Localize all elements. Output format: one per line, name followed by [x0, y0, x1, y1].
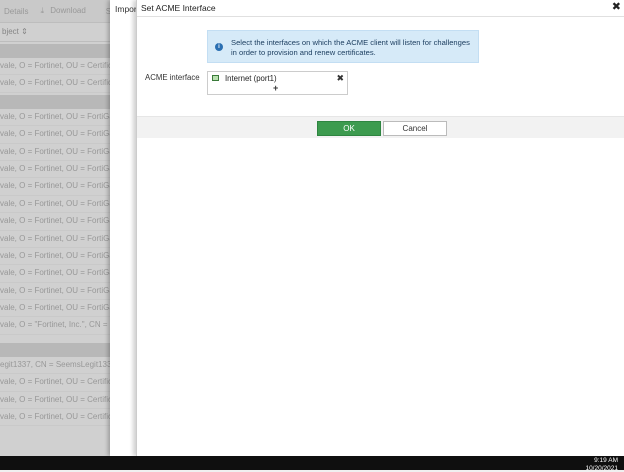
cancel-button[interactable]: Cancel — [383, 121, 447, 136]
network-port-icon — [212, 75, 219, 81]
acme-interface-label: ACME interface — [145, 73, 200, 82]
acme-interface-field[interactable]: Internet (port1) ✖ + — [207, 71, 348, 95]
plus-icon[interactable]: + — [273, 83, 278, 93]
remove-icon[interactable]: ✖ — [336, 73, 344, 84]
close-icon[interactable]: ✖ — [612, 1, 621, 14]
interface-item-label: Internet (port1) — [225, 74, 277, 83]
info-message: i Select the interfaces on which the ACM… — [207, 30, 479, 63]
taskbar-clock-time: 9:19 AM — [594, 457, 618, 464]
import-panel-title: Impor — [115, 4, 137, 14]
ok-button[interactable]: OK — [317, 121, 381, 136]
dialog-title: Set ACME Interface — [141, 3, 216, 13]
taskbar-clock-date: 10/20/2021 — [585, 465, 618, 472]
taskbar: 9:19 AM 10/20/2021 — [0, 456, 624, 472]
set-acme-interface-dialog: Set ACME Interface ✖ i Select the interf… — [136, 0, 624, 456]
dialog-footer: OK Cancel — [137, 116, 624, 138]
info-icon: i — [215, 43, 223, 51]
dialog-header: Set ACME Interface ✖ — [137, 0, 624, 17]
info-text: Select the interfaces on which the ACME … — [231, 38, 470, 57]
